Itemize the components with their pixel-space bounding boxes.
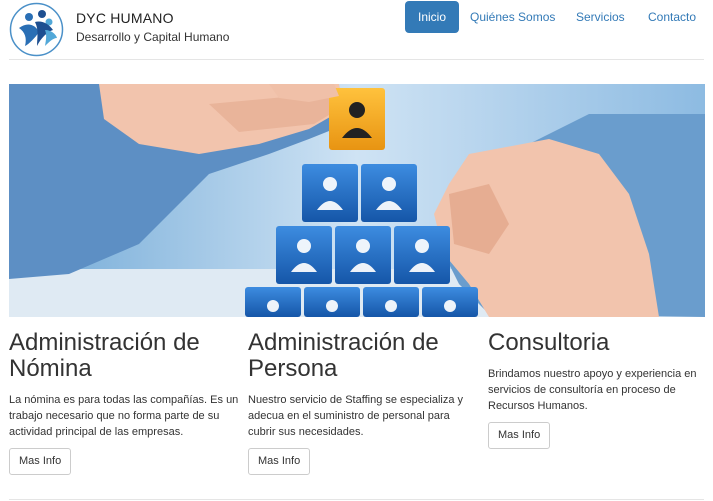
service-consultoria: Consultoria Brindamos nuestro apoyo y ex… — [488, 330, 713, 449]
mas-info-button[interactable]: Mas Info — [488, 422, 551, 449]
nav-quienes-somos[interactable]: Quiénes Somos — [457, 1, 568, 33]
nav-inicio[interactable]: Inicio — [405, 1, 460, 33]
service-title: Consultoria — [488, 329, 610, 356]
service-text: La nómina es para todas las compañías. E… — [9, 394, 239, 438]
service-title: Administración de Persona — [248, 329, 439, 382]
nav-servicios[interactable]: Servicios — [563, 1, 638, 33]
service-nomina: Administración de Nómina La nómina es pa… — [9, 330, 239, 475]
leader-cube — [329, 88, 385, 150]
brand-logo[interactable] — [9, 2, 64, 57]
people-logo-icon — [9, 2, 64, 57]
brand-title[interactable]: DYC HUMANO — [76, 10, 174, 26]
org-pyramid-hero-image — [9, 84, 705, 317]
footer-divider — [9, 499, 704, 500]
service-title: Administración de Nómina — [9, 329, 200, 382]
service-text: Brindamos nuestro apoyo y experiencia en… — [488, 368, 697, 412]
nav-contacto[interactable]: Contacto — [635, 1, 709, 33]
brand-subtitle: Desarrollo y Capital Humano — [76, 30, 230, 44]
hero-image — [9, 84, 705, 317]
mas-info-button[interactable]: Mas Info — [248, 448, 311, 475]
service-text: Nuestro servicio de Staffing se especial… — [248, 394, 464, 438]
header-divider — [9, 59, 704, 60]
mas-info-button[interactable]: Mas Info — [9, 448, 72, 475]
service-persona: Administración de Persona Nuestro servic… — [248, 330, 478, 475]
